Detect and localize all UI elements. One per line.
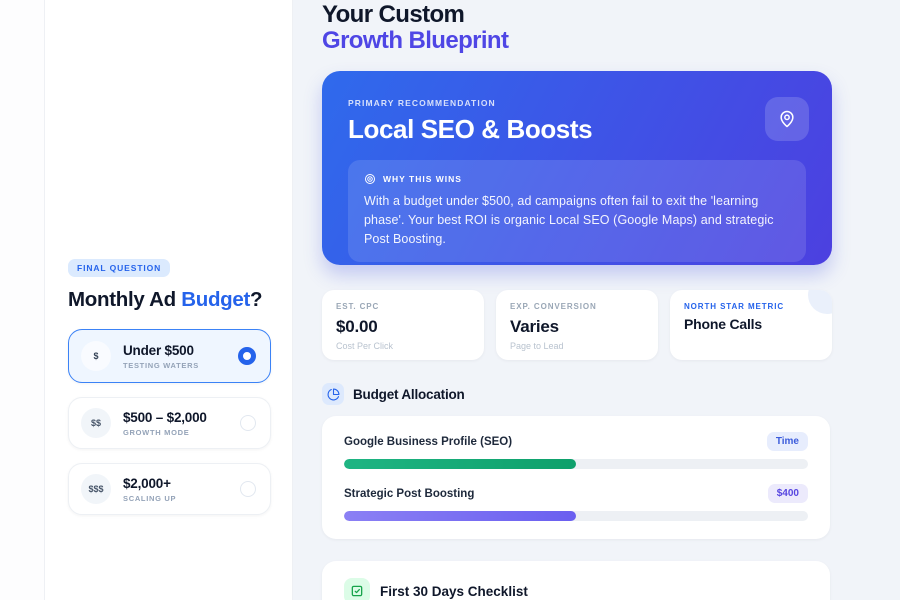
budget-allocation-card: Google Business Profile (SEO) Time Strat… — [322, 416, 830, 539]
metric-card-north-star: NORTH STAR METRIC Phone Calls — [670, 290, 832, 360]
pie-chart-icon — [322, 383, 344, 405]
location-pin-icon — [765, 97, 809, 141]
allocation-label: Strategic Post Boosting — [344, 488, 474, 500]
allocation-row-seo: Google Business Profile (SEO) Time — [344, 432, 808, 469]
checklist-title: First 30 Days Checklist — [380, 584, 528, 599]
metric-sublabel: Cost Per Click — [336, 341, 470, 351]
metric-label: NORTH STAR METRIC — [684, 302, 818, 311]
metric-card-conversion: EXP. CONVERSION Varies Page to Lead — [496, 290, 658, 360]
progress-track — [344, 459, 808, 469]
double-dollar-icon: $$ — [81, 408, 111, 438]
results-panel: Your Custom Growth Blueprint PRIMARY REC… — [293, 0, 900, 600]
radio-unselected[interactable] — [240, 481, 256, 497]
page-title-line1: Your Custom — [322, 2, 832, 28]
allocation-label: Google Business Profile (SEO) — [344, 436, 512, 448]
option-sublabel: GROWTH MODE — [123, 428, 240, 437]
final-question-badge: FINAL QUESTION — [68, 259, 170, 277]
option-sublabel: SCALING UP — [123, 494, 240, 503]
metric-value: Varies — [510, 317, 644, 337]
progress-fill-seo — [344, 459, 576, 469]
metric-label: EXP. CONVERSION — [510, 302, 644, 311]
metrics-row: EST. CPC $0.00 Cost Per Click EXP. CONVE… — [322, 290, 832, 360]
page-title-line2: Growth Blueprint — [322, 28, 832, 54]
progress-track — [344, 511, 808, 521]
metric-card-cpc: EST. CPC $0.00 Cost Per Click — [322, 290, 484, 360]
app-window: FINAL QUESTION Monthly Ad Budget? $ Unde… — [0, 0, 900, 600]
allocation-badge: $400 — [768, 484, 808, 503]
first-30-days-checklist-card: First 30 Days Checklist Claim Google Bus… — [322, 561, 830, 600]
target-icon — [364, 173, 376, 185]
triple-dollar-icon: $$$ — [81, 474, 111, 504]
radio-unselected[interactable] — [240, 415, 256, 431]
question-title: Monthly Ad Budget? — [68, 288, 270, 312]
allocation-row-boosting: Strategic Post Boosting $400 — [344, 484, 808, 521]
budget-option-500-2000[interactable]: $$ $500 – $2,000 GROWTH MODE — [68, 397, 271, 449]
option-sublabel: TESTING WATERS — [123, 361, 238, 370]
left-rail — [0, 0, 45, 600]
metric-label: EST. CPC — [336, 302, 470, 311]
option-label: $500 – $2,000 — [123, 410, 240, 425]
why-this-wins-box: WHY THIS WINS With a budget under $500, … — [348, 160, 806, 262]
budget-allocation-title: Budget Allocation — [353, 387, 465, 402]
primary-recommendation-card: PRIMARY RECOMMENDATION Local SEO & Boost… — [322, 71, 832, 265]
metric-sublabel: Page to Lead — [510, 341, 644, 351]
radio-selected[interactable] — [238, 347, 256, 365]
dollar-icon: $ — [81, 341, 111, 371]
budget-option-2000-plus[interactable]: $$$ $2,000+ SCALING UP — [68, 463, 271, 515]
budget-allocation-header: Budget Allocation — [322, 383, 832, 405]
sidebar: FINAL QUESTION Monthly Ad Budget? $ Unde… — [45, 0, 293, 600]
metric-value: $0.00 — [336, 317, 470, 337]
why-this-wins-label: WHY THIS WINS — [383, 174, 462, 184]
why-this-wins-text: With a budget under $500, ad campaigns o… — [364, 192, 790, 249]
option-label: $2,000+ — [123, 476, 240, 491]
budget-option-under-500[interactable]: $ Under $500 TESTING WATERS — [68, 329, 271, 383]
allocation-badge: Time — [767, 432, 808, 451]
metric-value: Phone Calls — [684, 316, 818, 332]
progress-fill-boosting — [344, 511, 576, 521]
check-square-icon — [344, 578, 370, 600]
page-title: Your Custom Growth Blueprint — [322, 2, 832, 54]
recommendation-title: Local SEO & Boosts — [348, 114, 806, 145]
option-label: Under $500 — [123, 343, 238, 358]
recommendation-eyebrow: PRIMARY RECOMMENDATION — [348, 98, 806, 108]
